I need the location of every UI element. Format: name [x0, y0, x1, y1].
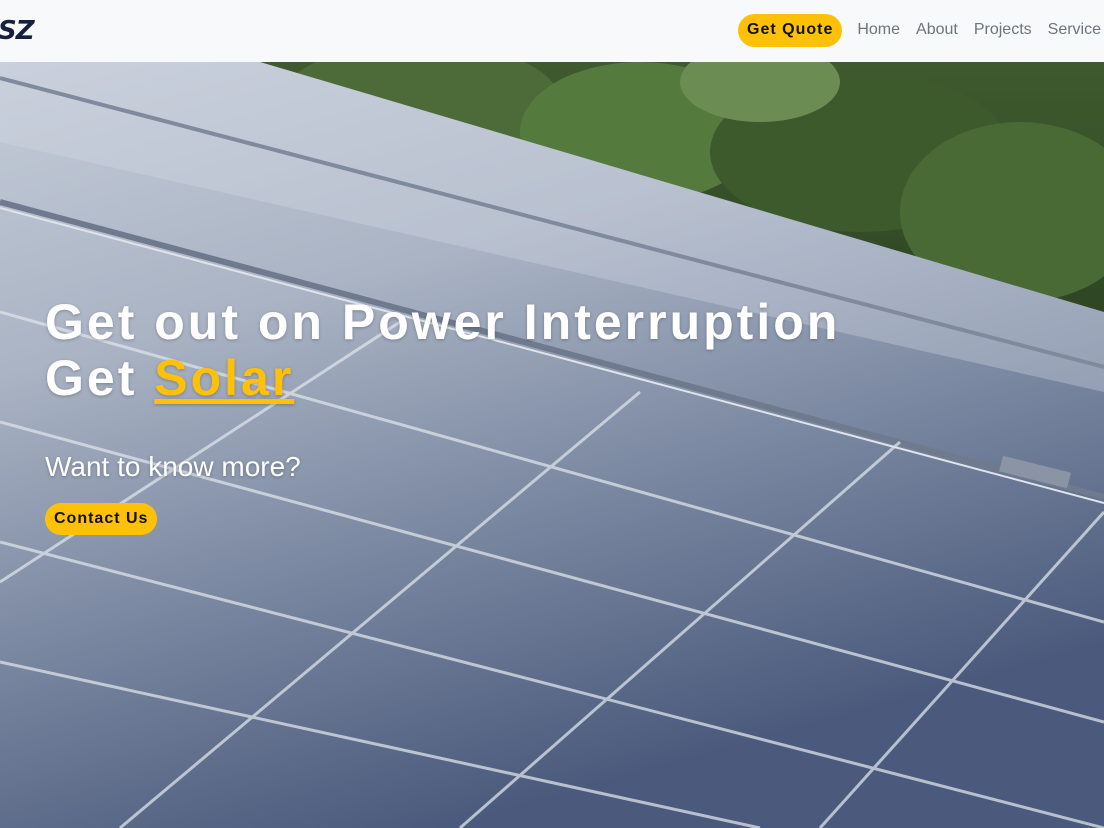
- hero-title-prefix: Get: [45, 350, 155, 406]
- nav-link-about[interactable]: About: [916, 21, 958, 39]
- nav-link-projects[interactable]: Projects: [974, 21, 1032, 39]
- navbar: SZ Get Quote Home About Projects Service: [0, 0, 1104, 62]
- nav-link-home[interactable]: Home: [857, 21, 900, 39]
- hero-title-accent: Solar: [154, 350, 295, 406]
- hero-section: Get out on Power Interruption Get Solar …: [0, 62, 1104, 828]
- nav-link-service[interactable]: Service: [1048, 21, 1101, 39]
- hero-title-line1: Get out on Power Interruption: [45, 294, 841, 350]
- nav-menu: Get Quote Home About Projects Service: [738, 13, 1101, 47]
- get-quote-button[interactable]: Get Quote: [738, 13, 843, 47]
- brand-logo[interactable]: SZ: [0, 16, 35, 46]
- hero-subtitle: Want to know more?: [45, 451, 301, 482]
- solar-panel-background-image: [0, 62, 1104, 828]
- contact-us-button[interactable]: Contact Us: [45, 503, 158, 535]
- hero-title: Get out on Power Interruption Get Solar: [45, 294, 945, 406]
